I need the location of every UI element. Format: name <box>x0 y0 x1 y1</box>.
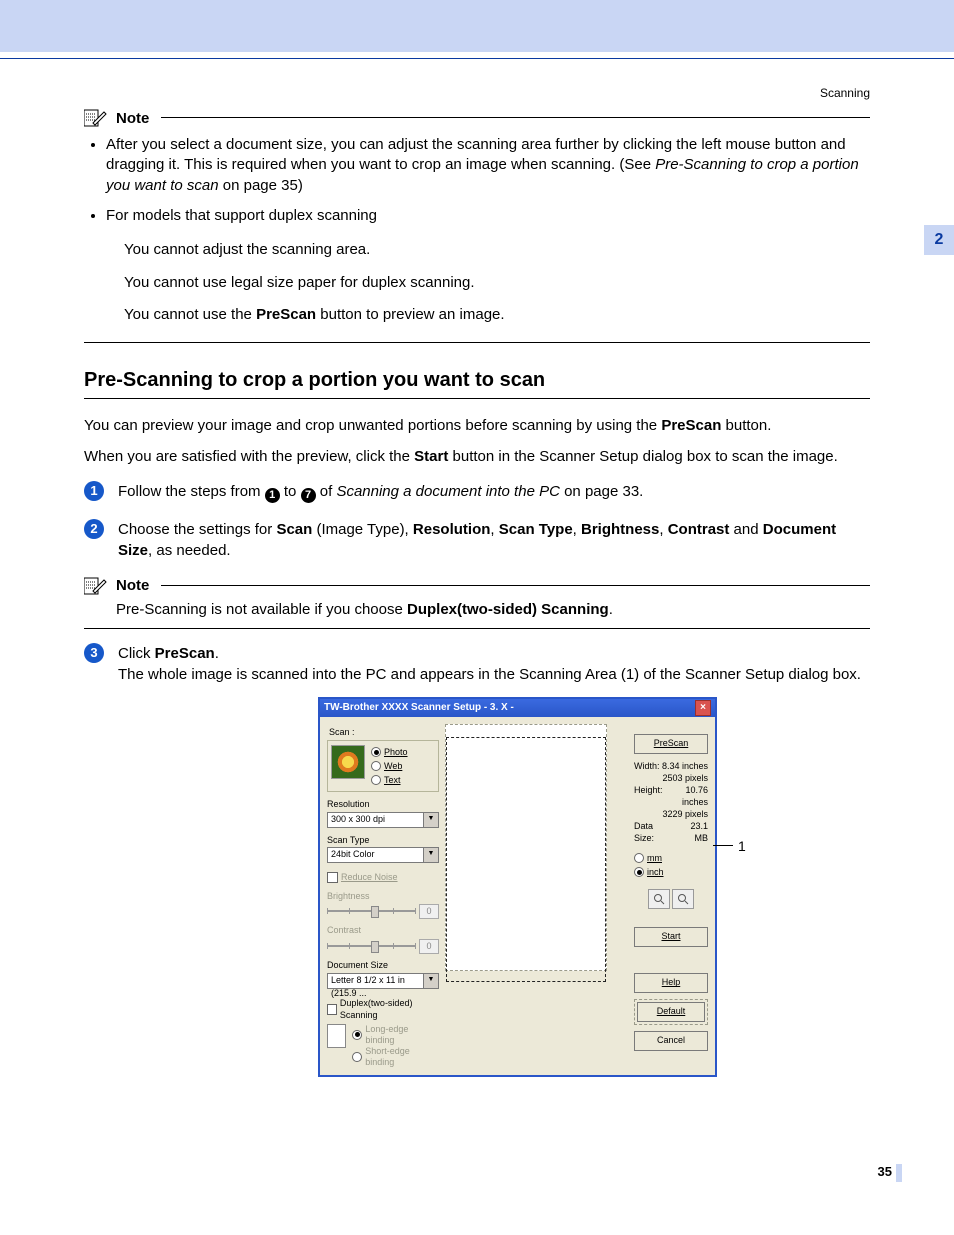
note-header-2: Note <box>84 577 870 595</box>
note-icon <box>84 109 108 127</box>
note-rule <box>84 342 870 343</box>
note-line <box>161 117 870 119</box>
body-text: You can preview your image and crop unwa… <box>84 415 870 436</box>
note-rule <box>84 628 870 629</box>
note-title: Note <box>116 577 149 594</box>
photo-thumb <box>331 745 365 779</box>
dialog-title: TW-Brother XXXX Scanner Setup - 3. X - <box>324 699 514 717</box>
radio-inch[interactable]: inch <box>634 866 708 879</box>
scan-label: Scan : <box>329 726 439 739</box>
radio-long-edge: Long-edge binding <box>352 1024 439 1046</box>
chevron-down-icon[interactable]: ▼ <box>424 847 439 863</box>
radio-web[interactable]: Web <box>371 759 408 773</box>
duplex-check[interactable]: Duplex(two-sided) Scanning <box>327 997 439 1022</box>
scanner-setup-dialog: TW-Brother XXXX Scanner Setup - 3. X - ×… <box>318 697 718 1077</box>
page-num-bar <box>896 1164 902 1182</box>
note-sub-text: You cannot adjust the scanning area. <box>124 236 870 265</box>
section-rule <box>84 398 870 399</box>
brightness-slider: 0 <box>327 904 439 918</box>
scantype-label: Scan Type <box>327 834 439 847</box>
help-button[interactable]: Help <box>634 973 708 993</box>
step-3: Click PreScan. The whole image is scanne… <box>84 643 870 1077</box>
zoom-in-button[interactable] <box>672 889 694 909</box>
zoom-controls <box>634 889 708 909</box>
note-icon <box>84 577 108 595</box>
top-rule <box>0 58 954 59</box>
start-button[interactable]: Start <box>634 927 708 947</box>
contrast-slider: 0 <box>327 939 439 953</box>
brightness-label: Brightness <box>327 890 439 903</box>
chevron-down-icon[interactable]: ▼ <box>424 973 439 989</box>
section-heading: Pre-Scanning to crop a portion you want … <box>84 369 870 392</box>
docsize-select[interactable]: Letter 8 1/2 x 11 in (215.9 ...▼ <box>327 973 439 989</box>
docsize-label: Document Size <box>327 959 439 972</box>
resolution-select[interactable]: 300 x 300 dpi▼ <box>327 812 439 828</box>
radio-mm[interactable]: mm <box>634 852 708 865</box>
step-link[interactable]: Scanning a document into the PC <box>336 483 559 500</box>
contrast-label: Contrast <box>327 924 439 937</box>
note-list: After you select a document size, you ca… <box>84 135 870 330</box>
black-circle-7: 7 <box>301 488 316 503</box>
callout-line <box>713 845 733 846</box>
resolution-label: Resolution <box>327 798 439 811</box>
zoom-out-button[interactable] <box>648 889 670 909</box>
note-text: Pre-Scanning is not available if you cho… <box>116 601 870 618</box>
radio-text[interactable]: Text <box>371 773 408 787</box>
note-title: Note <box>116 110 149 127</box>
dialog-titlebar: TW-Brother XXXX Scanner Setup - 3. X - × <box>320 699 715 717</box>
body-text: When you are satisfied with the preview,… <box>84 446 870 467</box>
black-circle-1: 1 <box>265 488 280 503</box>
radio-photo[interactable]: Photo <box>371 745 408 759</box>
note-text: For models that support duplex scanning <box>106 207 377 224</box>
page-number: 35 <box>878 1164 892 1179</box>
top-band <box>0 0 954 52</box>
note-text: on page 35) <box>219 177 303 194</box>
note-line <box>161 585 870 587</box>
default-button[interactable]: Default <box>637 1002 705 1022</box>
step-1: Follow the steps from 1 to 7 of Scanning… <box>84 481 870 503</box>
prescan-button[interactable]: PreScan <box>634 734 708 754</box>
cancel-button[interactable]: Cancel <box>634 1031 708 1051</box>
note-header: Note <box>84 109 870 127</box>
scantype-select[interactable]: 24bit Color▼ <box>327 847 439 863</box>
image-type-group: Photo Web Text <box>327 740 439 792</box>
step-2: Choose the settings for Scan (Image Type… <box>84 519 870 561</box>
callout-1: 1 <box>738 837 746 857</box>
chevron-down-icon[interactable]: ▼ <box>424 812 439 828</box>
note-sub-text: You cannot use legal size paper for dupl… <box>124 269 870 298</box>
duplex-icon <box>327 1024 346 1048</box>
chapter-tab: 2 <box>924 225 954 255</box>
scanning-area[interactable] <box>445 724 607 971</box>
breadcrumb: Scanning <box>820 86 870 100</box>
note-sub-text: You cannot use the PreScan button to pre… <box>124 301 870 330</box>
reduce-noise-check: Reduce Noise <box>327 871 439 884</box>
close-icon[interactable]: × <box>695 700 711 716</box>
radio-short-edge: Short-edge binding <box>352 1046 439 1068</box>
